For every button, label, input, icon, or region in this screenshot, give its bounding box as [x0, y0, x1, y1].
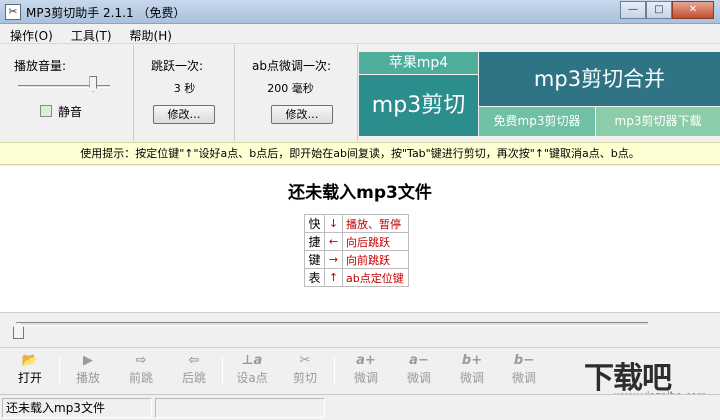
minimize-button[interactable]: — [620, 1, 646, 19]
window-title: MP3剪切助手 2.1.1 （免费） [26, 6, 186, 20]
ad-mp3-cut-merge[interactable]: mp3剪切合并 [479, 52, 720, 106]
mute-label[interactable]: 静音 [58, 103, 82, 120]
arrow-up-icon: ↑ [324, 268, 343, 287]
jump-forward-label: 后跳 [181, 371, 206, 385]
main-area: 还未载入mp3文件 快 ↓ 播放、暂停 捷 ← 向后跳跃 键 → 向前跳跃 表 … [0, 166, 720, 312]
jump-value: 3 秒 [173, 82, 196, 95]
b-minus-icon: b− [513, 353, 535, 368]
arrow-left-icon: ← [324, 232, 343, 251]
menu-help[interactable]: 帮助(H) [124, 25, 178, 43]
close-button[interactable]: ✕ [672, 1, 714, 19]
status-message: 还未载入mp3文件 [2, 398, 152, 418]
fine-tune-label: 微调 [353, 371, 378, 385]
ad-apple-mp4[interactable]: 苹果mp4 [359, 52, 478, 74]
menu-tools[interactable]: 工具(T) [65, 25, 118, 43]
scissors-icon: ✂ [5, 4, 21, 20]
shortcut-header-char: 快 [304, 214, 325, 233]
shortcut-header-char: 捷 [304, 232, 325, 251]
fine-tune-edit-button[interactable]: 修改… [271, 105, 333, 124]
maximize-button[interactable]: □ [646, 1, 672, 19]
open-label: 打开 [17, 371, 42, 385]
status-panel-empty [155, 398, 325, 418]
volume-panel: 播放音量: 静音 [0, 45, 134, 141]
jump-edit-button[interactable]: 修改… [153, 105, 215, 124]
fine-tune-label: 微调 [459, 371, 484, 385]
menu-bar: 操作(O) 工具(T) 帮助(H) [0, 25, 720, 44]
play-icon: ▶ [83, 353, 93, 368]
toolbar-divider [334, 356, 335, 386]
load-status-title: 还未载入mp3文件 [288, 183, 432, 203]
volume-label: 播放音量: [14, 59, 67, 73]
fine-tune-label: 微调 [511, 371, 536, 385]
window-controls: — □ ✕ [620, 1, 714, 19]
seek-slider-track[interactable] [16, 322, 648, 326]
title-bar: ✂ MP3剪切助手 2.1.1 （免费） — □ ✕ [0, 0, 720, 24]
fine-tune-a-minus-button[interactable]: a− 微调 [397, 352, 441, 390]
jump-forward-icon: ⇦ [188, 353, 200, 368]
jump-forward-button[interactable]: ⇦ 后跳 [172, 352, 216, 390]
fine-tune-b-minus-button[interactable]: b− 微调 [502, 352, 546, 390]
jump-panel: 跳跃一次: 3 秒 修改… [135, 45, 235, 141]
jump-back-button[interactable]: ⇨ 前跳 [119, 352, 163, 390]
ad-free-cutter[interactable]: 免费mp3剪切器 [479, 107, 595, 136]
play-label: 播放 [75, 371, 100, 385]
fine-tune-value: 200 毫秒 [267, 82, 314, 95]
shortcut-desc: 向前跳跃 [342, 250, 409, 269]
fine-tune-panel: ab点微调一次: 200 毫秒 修改… [236, 45, 358, 141]
a-minus-icon: a− [409, 353, 429, 368]
ad-mp3-cut[interactable]: mp3剪切 [359, 75, 478, 136]
shortcut-desc: 播放、暂停 [342, 214, 409, 233]
set-a-point-label: 设a点 [236, 371, 268, 385]
toolbar-divider [59, 356, 60, 386]
cut-button[interactable]: ✂ 剪切 [283, 352, 327, 390]
ad-cutter-download[interactable]: mp3剪切器下载 [596, 107, 720, 136]
open-button[interactable]: 📂 打开 [8, 352, 52, 390]
shortcut-header-char: 表 [304, 268, 325, 287]
shortcut-desc: ab点定位键 [342, 268, 409, 287]
folder-open-icon: 📂 [21, 353, 39, 368]
jump-back-icon: ⇨ [135, 353, 147, 368]
fine-tune-label: ab点微调一次: [252, 59, 332, 73]
shortcut-header-char: 键 [304, 250, 325, 269]
a-plus-icon: a+ [356, 353, 376, 368]
cut-label: 剪切 [292, 371, 317, 385]
ad-banner: 苹果mp4 mp3剪切 mp3剪切合并 免费mp3剪切器 mp3剪切器下载 [359, 45, 720, 141]
arrow-right-icon: → [324, 250, 343, 269]
shortcut-table: 快 ↓ 播放、暂停 捷 ← 向后跳跃 键 → 向前跳跃 表 ↑ ab点定位键 [304, 214, 409, 287]
menu-operate[interactable]: 操作(O) [4, 25, 59, 43]
usage-tip: 使用提示：按定位键"↑"设好a点、b点后，即开始在ab间复读，按"Tab"键进行… [0, 142, 720, 165]
set-a-point-button[interactable]: ⊥a 设a点 [230, 352, 274, 390]
jump-back-label: 前跳 [128, 371, 153, 385]
toolbar-divider [222, 356, 223, 386]
scissors-icon: ✂ [299, 353, 311, 368]
b-plus-icon: b+ [461, 353, 483, 368]
table-row: 快 ↓ 播放、暂停 [304, 214, 409, 233]
volume-slider-thumb[interactable] [89, 76, 98, 92]
mute-checkbox[interactable] [40, 105, 52, 117]
play-button[interactable]: ▶ 播放 [66, 352, 110, 390]
shortcut-desc: 向后跳跃 [342, 232, 409, 251]
arrow-down-icon: ↓ [324, 214, 343, 233]
jump-label: 跳跃一次: [151, 59, 204, 73]
status-bar: 还未载入mp3文件 [0, 394, 720, 420]
fine-tune-label: 微调 [406, 371, 431, 385]
set-point-icon: ⊥a [241, 353, 263, 368]
fine-tune-a-plus-button[interactable]: a+ 微调 [344, 352, 388, 390]
table-row: 表 ↑ ab点定位键 [304, 268, 409, 287]
table-row: 捷 ← 向后跳跃 [304, 232, 409, 251]
seek-area [0, 312, 720, 346]
table-row: 键 → 向前跳跃 [304, 250, 409, 269]
fine-tune-b-plus-button[interactable]: b+ 微调 [450, 352, 494, 390]
